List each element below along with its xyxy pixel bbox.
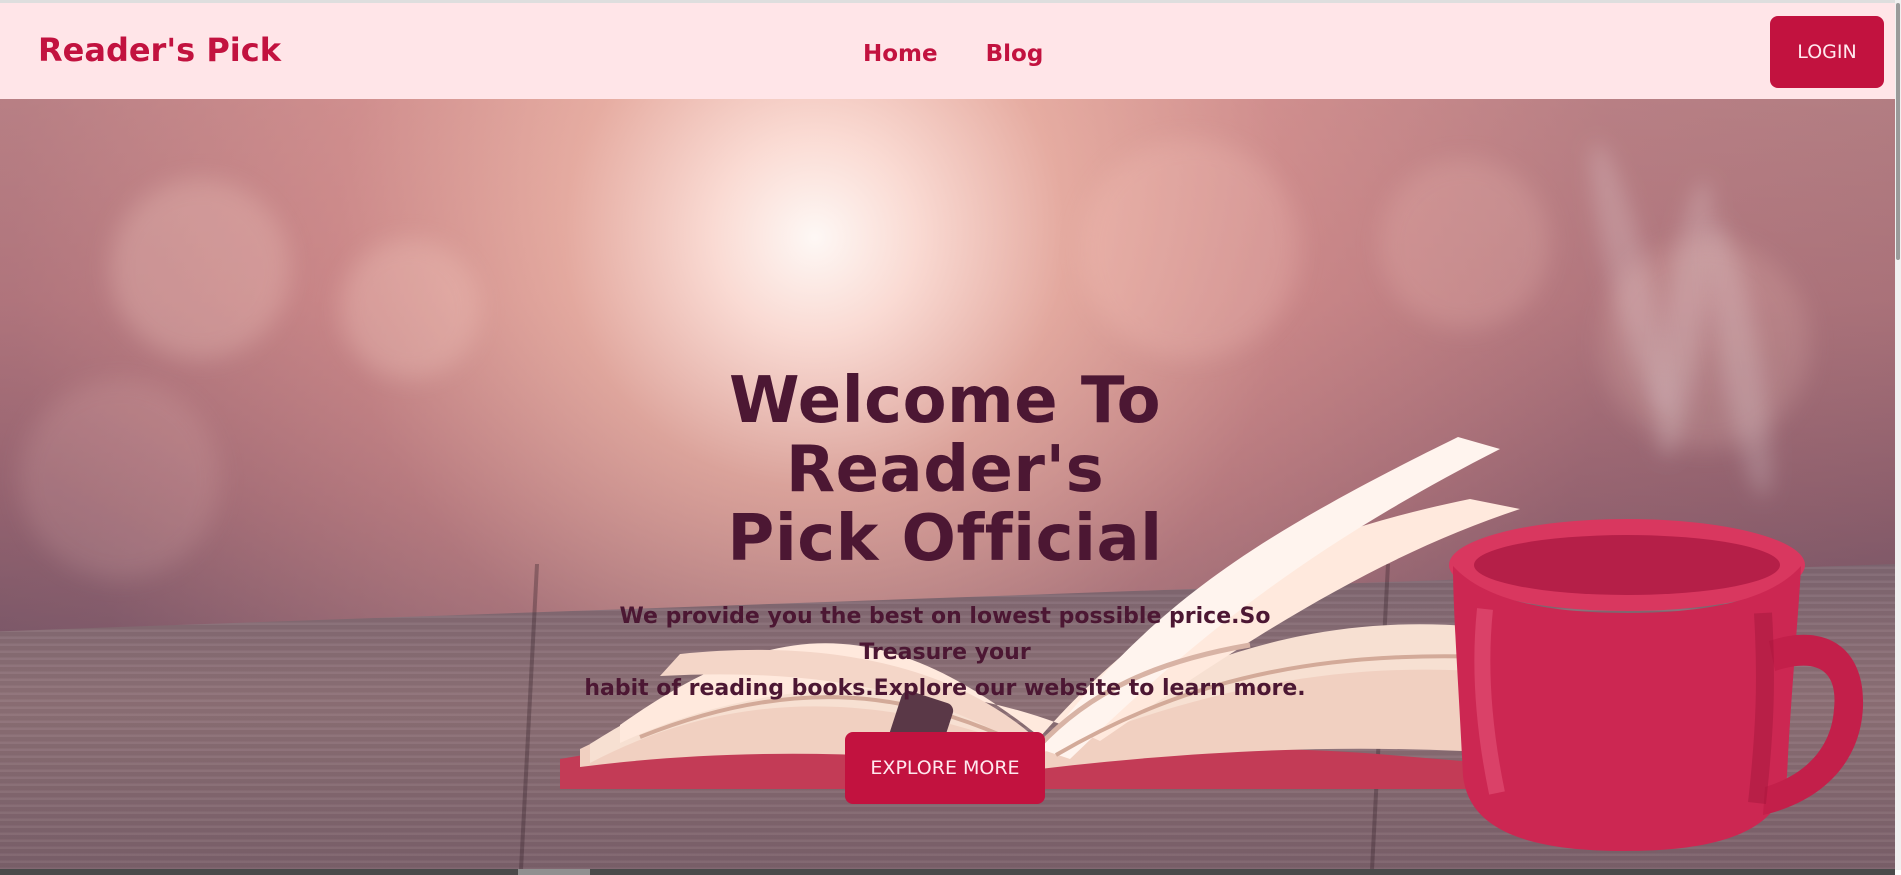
top-navigation: Reader's Pick Home Blog LOGIN — [0, 3, 1895, 99]
hero-section: Welcome To Reader's Pick Official We pro… — [0, 99, 1895, 870]
background-bokeh-light — [1080, 139, 1300, 359]
hero-content: Welcome To Reader's Pick Official We pro… — [560, 367, 1330, 804]
browser-page: Reader's Pick Home Blog LOGIN Welcome To… — [0, 0, 1901, 875]
hero-title-line-2: Pick Official — [727, 502, 1163, 576]
hero-description-line-1: We provide you the best on lowest possib… — [619, 604, 1271, 665]
horizontal-scrollbar-thumb[interactable] — [518, 869, 590, 875]
hero-title-line-1: Welcome To Reader's — [728, 364, 1162, 507]
brand-logo-text[interactable]: Reader's Pick — [38, 32, 281, 68]
nav-link-home[interactable]: Home — [863, 40, 938, 68]
nav-link-blog[interactable]: Blog — [986, 40, 1044, 68]
hero-description-line-2: habit of reading books.Explore our websi… — [584, 676, 1306, 701]
background-bokeh-light — [340, 239, 480, 379]
horizontal-scrollbar[interactable] — [0, 869, 1895, 875]
explore-more-button[interactable]: EXPLORE MORE — [845, 732, 1045, 804]
login-button[interactable]: LOGIN — [1770, 16, 1884, 88]
background-bokeh-light — [110, 179, 290, 359]
vertical-scrollbar-thumb[interactable] — [1896, 3, 1900, 260]
primary-navigation: Home Blog — [863, 40, 1043, 68]
background-bokeh-light — [20, 379, 220, 579]
hero-title: Welcome To Reader's Pick Official — [560, 367, 1330, 574]
background-bokeh-light — [1380, 159, 1550, 329]
red-coffee-mug — [1449, 519, 1864, 851]
hero-description: We provide you the best on lowest possib… — [565, 599, 1325, 707]
